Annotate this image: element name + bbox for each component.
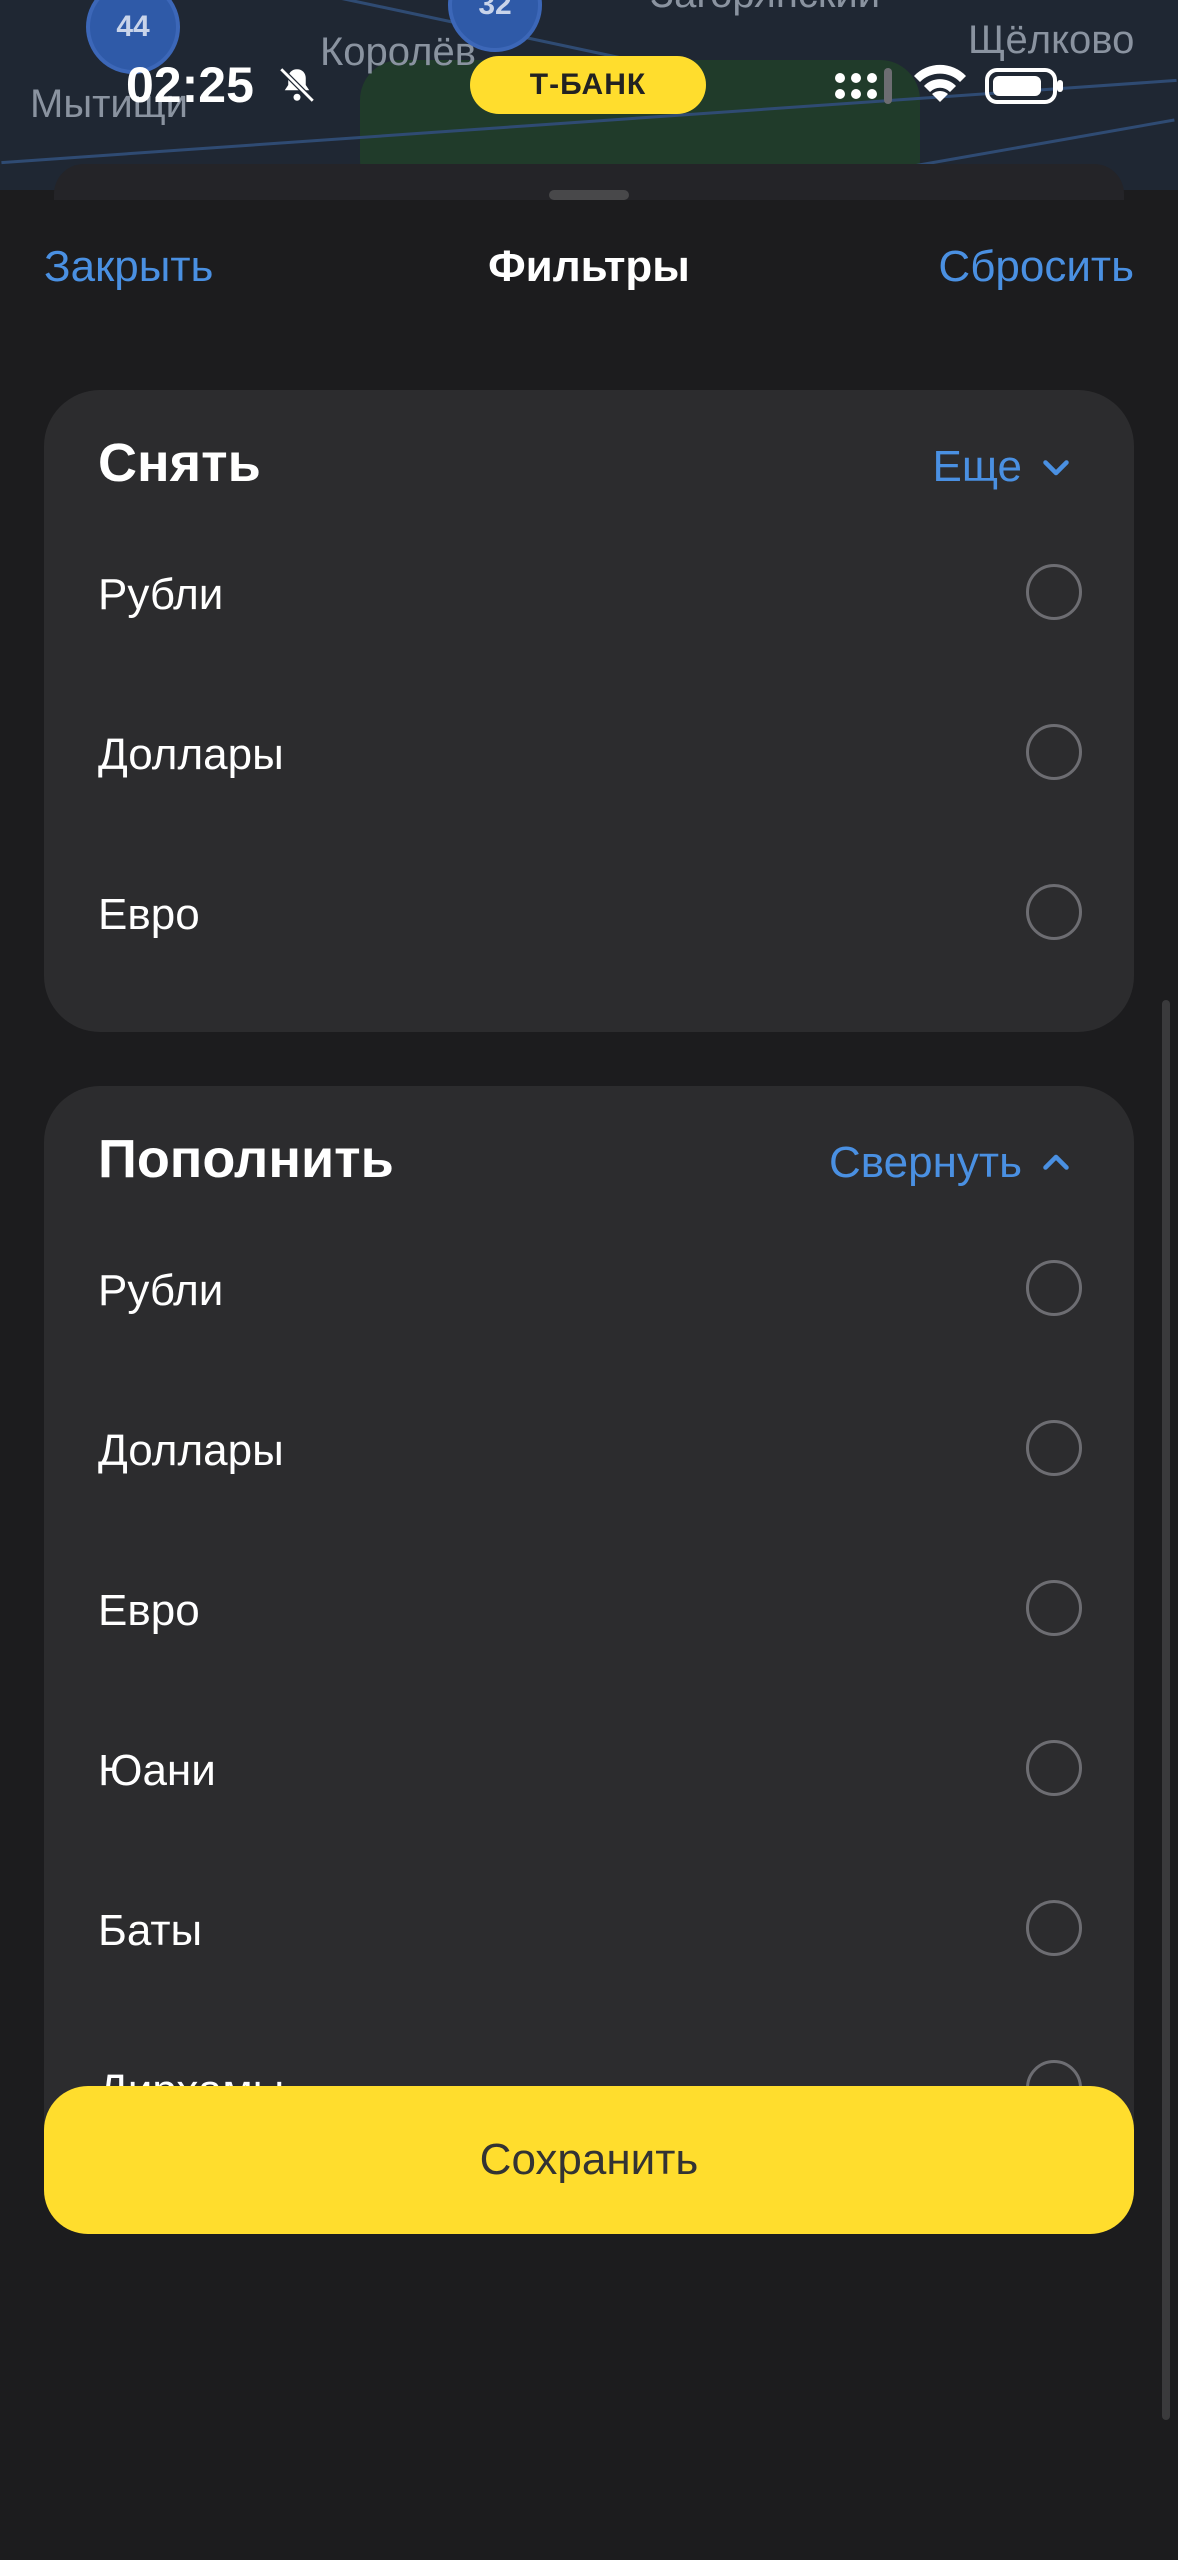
- deposit-option-row[interactable]: Рубли: [44, 1236, 1134, 1346]
- option-label: Рубли: [98, 1266, 224, 1315]
- radio-button[interactable]: [1026, 564, 1082, 620]
- radio-button[interactable]: [1026, 1900, 1082, 1956]
- radio-button[interactable]: [1026, 884, 1082, 940]
- withdraw-option-row[interactable]: Рубли: [44, 540, 1134, 650]
- radio-button[interactable]: [1026, 1740, 1082, 1796]
- collapse-button[interactable]: Свернуть: [829, 1138, 1074, 1188]
- scrollbar[interactable]: [1162, 1000, 1170, 2420]
- withdraw-option-row[interactable]: Доллары: [44, 700, 1134, 810]
- chevron-down-icon: [1043, 460, 1069, 476]
- option-label: Доллары: [98, 1426, 284, 1475]
- reset-button[interactable]: Сбросить: [938, 242, 1134, 292]
- deposit-option-row[interactable]: Юани: [44, 1716, 1134, 1826]
- option-label: Евро: [98, 1586, 200, 1635]
- brand-pill: Т-БАНК: [470, 56, 706, 114]
- collapse-label: Свернуть: [829, 1138, 1022, 1187]
- option-label: Рубли: [98, 570, 224, 619]
- status-bar: 02:25 Т-БАНК: [0, 0, 1178, 170]
- wifi-icon: [914, 64, 966, 102]
- option-label: Баты: [98, 1906, 203, 1955]
- option-label: Юани: [98, 1746, 216, 1795]
- withdraw-card: Снять Еще Рубли Доллары Евро: [44, 390, 1134, 1032]
- show-more-label: Еще: [932, 442, 1022, 491]
- radio-button[interactable]: [1026, 724, 1082, 780]
- status-time: 02:25: [126, 57, 254, 113]
- show-more-button[interactable]: Еще: [932, 442, 1074, 492]
- radio-button[interactable]: [1026, 1420, 1082, 1476]
- option-label: Доллары: [98, 730, 284, 779]
- withdraw-title: Снять: [98, 433, 261, 493]
- deposit-card: Пополнить Свернуть Рубли Доллары Евро Юа…: [44, 1086, 1134, 2212]
- save-button[interactable]: Сохранить: [44, 2086, 1134, 2234]
- cellular-signal-icon: [835, 68, 892, 104]
- bell-muted-icon: [279, 67, 315, 103]
- withdraw-option-row[interactable]: Евро: [44, 860, 1134, 970]
- battery-icon: [985, 68, 1063, 104]
- chevron-up-icon: [1043, 1154, 1069, 1170]
- deposit-option-row[interactable]: Баты: [44, 1876, 1134, 1986]
- sheet-grabber[interactable]: [549, 190, 629, 200]
- radio-button[interactable]: [1026, 1580, 1082, 1636]
- radio-button[interactable]: [1026, 1260, 1082, 1316]
- deposit-option-row[interactable]: Евро: [44, 1556, 1134, 1666]
- deposit-option-row[interactable]: Доллары: [44, 1396, 1134, 1506]
- option-label: Евро: [98, 890, 200, 939]
- deposit-title: Пополнить: [98, 1129, 394, 1189]
